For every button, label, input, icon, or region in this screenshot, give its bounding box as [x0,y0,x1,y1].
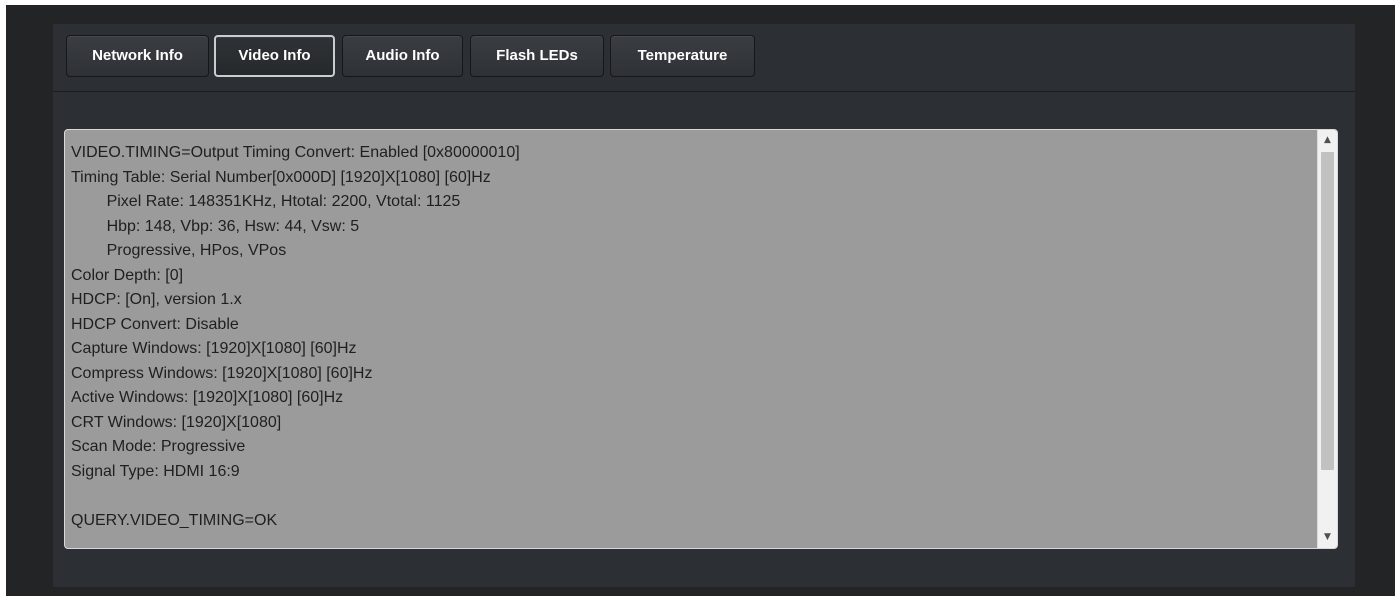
video-timing-text: VIDEO.TIMING=Output Timing Convert: Enab… [71,144,520,529]
tab-network-info[interactable]: Network Info [66,35,209,77]
tab-temperature[interactable]: Temperature [610,35,755,77]
page-frame: Network Info Video Info Audio Info Flash… [6,5,1395,596]
tab-bar: Network Info Video Info Audio Info Flash… [53,24,1355,92]
scroll-up-arrow-icon[interactable]: ▲ [1318,132,1337,149]
video-info-output[interactable]: VIDEO.TIMING=Output Timing Convert: Enab… [64,129,1338,549]
info-panel: Network Info Video Info Audio Info Flash… [53,24,1355,587]
output-scrollbar[interactable]: ▲ ▼ [1317,130,1337,548]
tab-video-info[interactable]: Video Info [214,35,335,77]
scrollbar-thumb[interactable] [1321,152,1334,470]
tab-flash-leds[interactable]: Flash LEDs [470,35,604,77]
tab-audio-info[interactable]: Audio Info [342,35,463,77]
scroll-down-arrow-icon[interactable]: ▼ [1318,529,1337,546]
